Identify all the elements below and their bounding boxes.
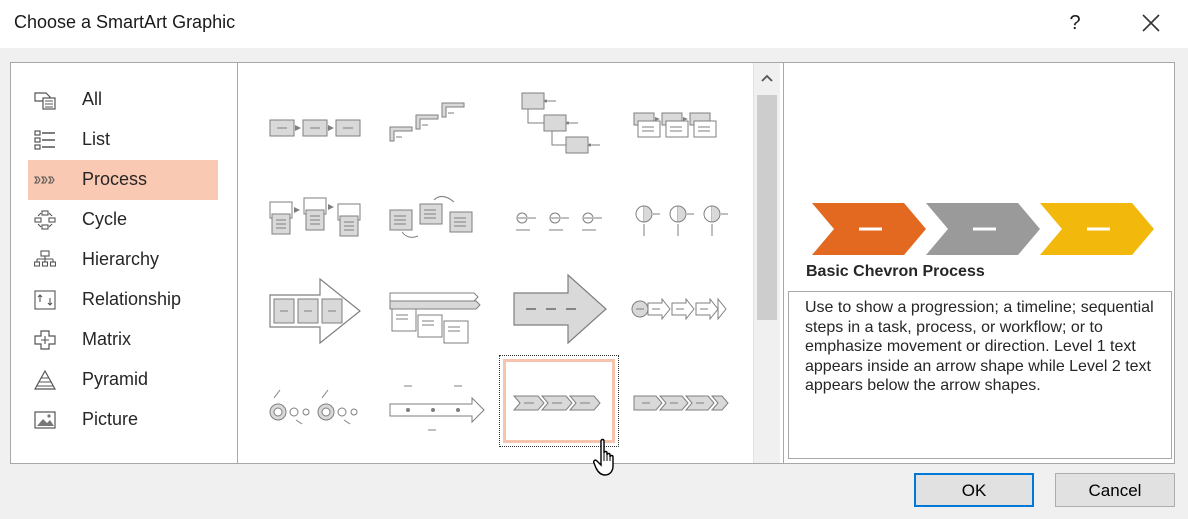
cancel-button[interactable]: Cancel (1055, 473, 1175, 507)
picture-icon (34, 411, 56, 429)
scroll-thumb[interactable] (757, 95, 777, 320)
cycle-icon (34, 210, 56, 230)
basic-timeline-icon (516, 212, 602, 231)
accent-process-icon (633, 112, 717, 138)
random-to-result-icon (269, 389, 358, 425)
preview-description: Use to show a progression; a timeline; s… (805, 299, 1154, 394)
circular-process-icon (389, 196, 473, 238)
process-arrow-with-text-icon (389, 385, 485, 431)
category-label: Picture (82, 409, 139, 429)
preview-image (812, 203, 1154, 255)
chevron-up-icon (761, 74, 773, 82)
staggered-process-icon (389, 292, 481, 344)
layout-upward-arrow[interactable] (500, 265, 618, 355)
layout-basic-chevron-process[interactable] (499, 355, 619, 447)
matrix-icon (34, 330, 56, 350)
layout-continuous-block-process[interactable] (256, 174, 374, 264)
category-label: List (82, 129, 111, 149)
preview-pane: Basic Chevron Process Use to show a prog… (783, 63, 1176, 463)
preview-title: Basic Chevron Process (806, 263, 985, 280)
category-list: All List Process Cycle Hierarchy Relatio… (11, 63, 238, 463)
layout-staggered-process[interactable] (378, 265, 496, 355)
gallery-scrollbar[interactable] (753, 63, 780, 463)
basic-chevron-process-icon (512, 395, 601, 411)
close-button[interactable] (1136, 8, 1166, 38)
layout-circle-accent-timeline[interactable] (622, 174, 740, 264)
layout-closed-chevron-process[interactable] (622, 356, 740, 446)
category-item-all[interactable]: All (28, 80, 218, 120)
category-label: Hierarchy (82, 249, 160, 269)
layout-basic-timeline[interactable] (500, 174, 618, 264)
category-label: Relationship (82, 289, 182, 309)
hierarchy-icon (34, 250, 56, 267)
relationship-icon (34, 290, 56, 310)
dialog-title: Choose a SmartArt Graphic (14, 12, 236, 32)
category-item-process[interactable]: Process (28, 160, 218, 200)
ok-button[interactable]: OK (914, 473, 1034, 507)
layout-random-to-result[interactable] (256, 356, 374, 446)
hand-cursor-icon (593, 438, 614, 476)
category-item-picture[interactable]: Picture (28, 400, 218, 440)
list-icon (34, 130, 55, 150)
upward-arrow-icon (513, 273, 607, 345)
layout-basic-process[interactable] (256, 83, 374, 173)
all-icon (34, 92, 56, 110)
close-icon (1142, 14, 1160, 32)
pyramid-icon (34, 370, 56, 390)
category-label: All (82, 89, 103, 109)
layout-alternating-flow[interactable] (500, 83, 618, 173)
category-item-matrix[interactable]: Matrix (28, 320, 218, 360)
layout-segmented-process[interactable] (622, 265, 740, 355)
category-item-list[interactable]: List (28, 120, 218, 160)
category-item-pyramid[interactable]: Pyramid (28, 360, 218, 400)
layout-circular-process[interactable] (378, 174, 496, 264)
segmented-process-icon (631, 297, 727, 321)
closed-chevron-process-icon (633, 395, 729, 411)
category-label: Cycle (82, 209, 128, 229)
layout-process-arrow-with-text[interactable] (378, 356, 496, 446)
layout-gallery (238, 63, 755, 463)
process-arrows-icon (269, 277, 361, 345)
process-icon (34, 176, 55, 184)
basic-process-icon (269, 119, 361, 137)
alternating-flow-icon (521, 92, 600, 154)
category-label: Pyramid (82, 369, 149, 389)
help-button[interactable]: ? (1062, 8, 1088, 38)
circle-accent-timeline-icon (635, 205, 728, 236)
smartart-panel: All List Process Cycle Hierarchy Relatio… (10, 62, 1175, 464)
layout-step-up-process[interactable] (378, 83, 496, 173)
category-label: Process (82, 169, 148, 189)
scroll-up-button[interactable] (754, 67, 780, 89)
category-item-hierarchy[interactable]: Hierarchy (28, 240, 218, 280)
dialog-title-bar: Choose a SmartArt Graphic ? (0, 0, 1188, 48)
category-item-cycle[interactable]: Cycle (28, 200, 218, 240)
continuous-block-process-icon (269, 197, 361, 237)
preview-description-box: Use to show a progression; a timeline; s… (788, 291, 1172, 459)
category-item-relationship[interactable]: Relationship (28, 280, 218, 320)
category-label: Matrix (82, 329, 131, 349)
layout-process-arrows[interactable] (256, 265, 374, 355)
step-up-process-icon (389, 102, 465, 142)
layout-accent-process[interactable] (622, 83, 740, 173)
